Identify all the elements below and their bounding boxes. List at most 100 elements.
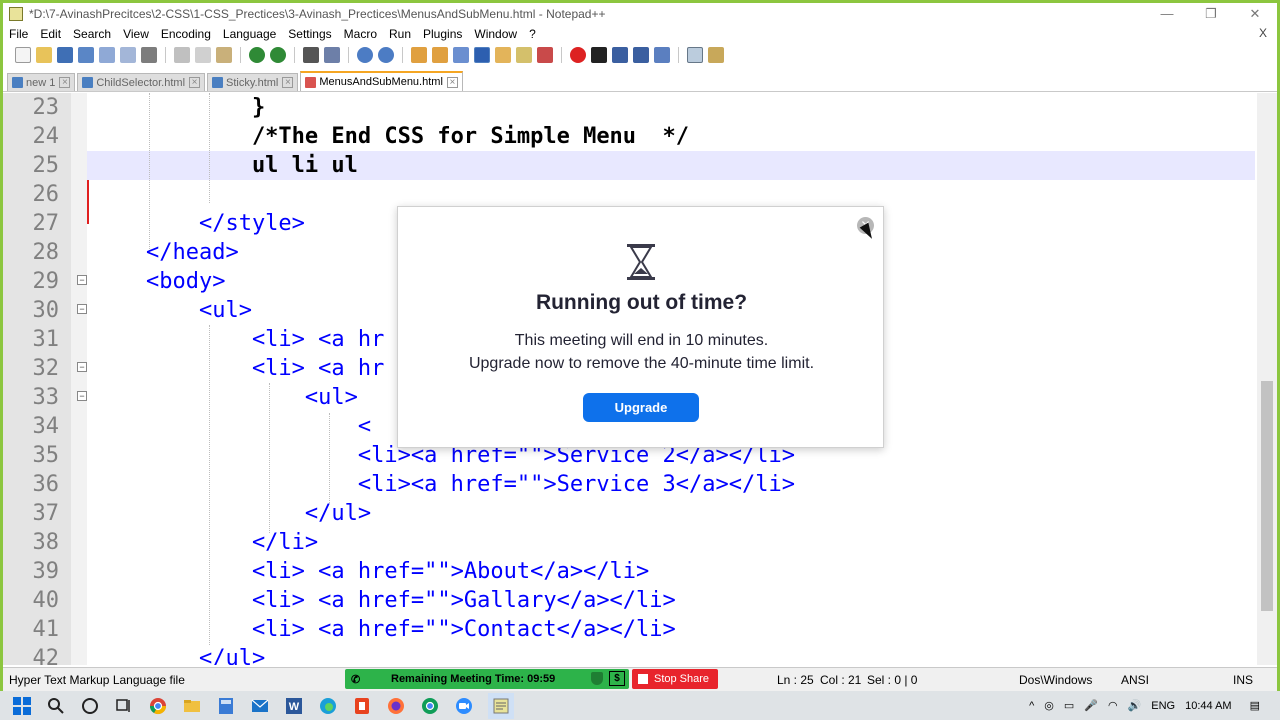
tab-menusandsubmenu[interactable]: MenusAndSubMenu.html × [300, 71, 463, 91]
task-view-icon[interactable] [114, 696, 134, 716]
notepadpp-taskbar-icon[interactable] [488, 692, 514, 719]
menu-file[interactable]: File [9, 27, 28, 41]
close-file-icon[interactable] [99, 47, 115, 63]
menu-run[interactable]: Run [389, 27, 411, 41]
tab-new-1[interactable]: new 1 × [7, 73, 76, 91]
volume-icon[interactable]: 🔊 [1128, 699, 1142, 712]
meet-now-icon[interactable]: ◎ [1044, 699, 1054, 712]
dollar-icon[interactable]: $ [609, 671, 625, 686]
calculator-icon[interactable] [216, 696, 236, 716]
new-file-icon[interactable] [15, 47, 31, 63]
document-map-icon[interactable] [537, 47, 553, 63]
close-all-icon[interactable] [120, 47, 136, 63]
chrome-icon[interactable] [148, 696, 168, 716]
word-wrap-icon[interactable] [453, 47, 469, 63]
tab-close-icon[interactable]: × [59, 77, 71, 88]
close-document-button[interactable]: X [1259, 26, 1267, 40]
open-file-icon[interactable] [36, 47, 52, 63]
sync-horizontal-icon[interactable] [432, 47, 448, 63]
cortana-icon[interactable] [80, 696, 100, 716]
file-explorer-icon[interactable] [182, 696, 202, 716]
line-number: 24 [32, 124, 60, 149]
stop-share-button[interactable]: Stop Share [632, 669, 718, 689]
minimize-button[interactable]: — [1145, 3, 1189, 25]
tab-label: MenusAndSubMenu.html [319, 76, 443, 88]
stop-macro-icon[interactable] [591, 47, 607, 63]
record-macro-icon[interactable] [570, 47, 586, 63]
code-line: 36 <li><a href="">Service 3</a></li> [3, 470, 1257, 499]
vertical-scrollbar[interactable] [1257, 93, 1277, 665]
copy-icon[interactable] [195, 47, 211, 63]
menu-view[interactable]: View [123, 27, 149, 41]
menu-macro[interactable]: Macro [344, 27, 377, 41]
line-number: 33 [32, 385, 60, 410]
line-position: Ln : 25 [777, 673, 814, 687]
office-icon[interactable] [352, 696, 372, 716]
play-macro-icon[interactable] [612, 47, 628, 63]
meeting-timer[interactable]: ✆ Remaining Meeting Time: 09:59 $ [345, 669, 629, 689]
network-icon[interactable]: ▭ [1064, 699, 1074, 712]
close-button[interactable]: ✕ [1233, 3, 1277, 25]
column-position: Col : 21 [820, 673, 862, 687]
line-number: 37 [32, 501, 60, 526]
paste-icon[interactable] [216, 47, 232, 63]
menu-plugins[interactable]: Plugins [423, 27, 462, 41]
menu-search[interactable]: Search [73, 27, 111, 41]
menu-encoding[interactable]: Encoding [161, 27, 211, 41]
language-indicator[interactable]: ENG [1151, 700, 1175, 712]
line-content: <li> <a hr [93, 356, 385, 381]
line-number: 42 [32, 646, 60, 665]
mail-icon[interactable] [250, 696, 270, 716]
firefox-icon[interactable] [386, 696, 406, 716]
print-icon[interactable] [141, 47, 157, 63]
save-icon[interactable] [57, 47, 73, 63]
tab-close-icon[interactable]: × [189, 77, 201, 88]
tab-sticky[interactable]: Sticky.html × [207, 73, 299, 91]
line-content: <li> <a href="">About</a></li> [93, 559, 650, 584]
menu-help[interactable]: ? [529, 27, 536, 41]
word-icon[interactable]: W [284, 696, 304, 716]
menu-edit[interactable]: Edit [40, 27, 61, 41]
chevron-up-icon[interactable]: ^ [1029, 700, 1034, 712]
window-title: *D:\7-AvinashPrecitces\2-CSS\1-CSS_Prect… [29, 7, 606, 21]
cut-icon[interactable] [174, 47, 190, 63]
redo-icon[interactable] [270, 47, 286, 63]
menu-language[interactable]: Language [223, 27, 276, 41]
run-macro-multiple-icon[interactable] [633, 47, 649, 63]
wifi-icon[interactable]: ◠ [1108, 699, 1118, 712]
line-number: 41 [32, 617, 60, 642]
scrollbar-thumb[interactable] [1261, 381, 1273, 611]
plugin-icon[interactable] [708, 47, 724, 63]
show-all-chars-icon[interactable] [474, 47, 490, 63]
save-all-icon[interactable] [78, 47, 94, 63]
zoom-in-icon[interactable] [357, 47, 373, 63]
maximize-button[interactable]: ❐ [1189, 3, 1233, 25]
clock[interactable]: 10:44 AM [1185, 700, 1231, 712]
line-content: <li> <a href="">Contact</a></li> [93, 617, 676, 642]
microphone-icon[interactable]: 🎤 [1084, 699, 1098, 712]
zoom-out-icon[interactable] [378, 47, 394, 63]
lang-udl-icon[interactable] [516, 47, 532, 63]
line-number: 23 [32, 95, 60, 120]
search-icon[interactable] [46, 696, 66, 716]
indent-guide-icon[interactable] [495, 47, 511, 63]
edge-icon[interactable] [318, 696, 338, 716]
tab-childselector[interactable]: ChildSelector.html × [77, 73, 206, 91]
spellcheck-icon[interactable] [687, 47, 703, 63]
undo-icon[interactable] [249, 47, 265, 63]
find-icon[interactable] [303, 47, 319, 63]
save-macro-icon[interactable] [654, 47, 670, 63]
tab-close-icon[interactable]: × [282, 77, 294, 88]
upgrade-button[interactable]: Upgrade [583, 393, 699, 422]
menu-window[interactable]: Window [474, 27, 517, 41]
sync-vertical-icon[interactable] [411, 47, 427, 63]
line-number: 30 [32, 298, 60, 323]
menu-settings[interactable]: Settings [288, 27, 331, 41]
zoom-app-icon[interactable] [454, 696, 474, 716]
windows-start-icon[interactable] [12, 696, 32, 716]
line-number: 29 [32, 269, 60, 294]
chrome-profile-icon[interactable] [420, 696, 440, 716]
tab-close-icon[interactable]: × [446, 76, 458, 88]
notifications-icon[interactable]: ▤ [1250, 699, 1260, 712]
replace-icon[interactable] [324, 47, 340, 63]
